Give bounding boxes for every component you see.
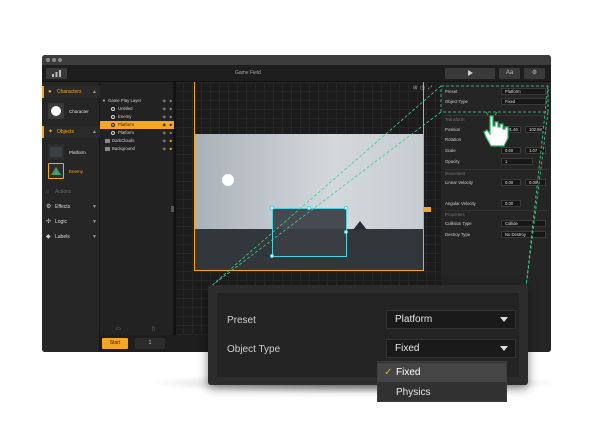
object-type-dropdown-menu: ✓ Fixed Physics xyxy=(377,361,507,402)
guide-line xyxy=(525,111,549,288)
option-label: Fixed xyxy=(396,367,421,378)
guide-line xyxy=(209,85,442,288)
dropdown-option-fixed[interactable]: ✓ Fixed xyxy=(378,363,506,382)
hand-cursor-icon xyxy=(483,111,509,147)
zoom-object-type-label: Object Type xyxy=(227,344,281,355)
guide-line xyxy=(209,111,442,288)
dropdown-option-physics[interactable]: Physics xyxy=(378,383,506,402)
guide-line xyxy=(525,85,549,288)
zoom-preset-value: Platform xyxy=(395,314,433,325)
option-label: Physics xyxy=(396,387,431,398)
zoom-object-type-select[interactable]: Fixed xyxy=(386,339,516,358)
zoom-source-box xyxy=(440,85,549,113)
zoom-preset-select[interactable]: Platform xyxy=(386,310,516,329)
checkmark-icon: ✓ xyxy=(384,367,393,378)
dropdown-arrow-icon xyxy=(500,317,508,322)
zoom-object-type-value: Fixed xyxy=(395,343,420,354)
dropdown-arrow-icon xyxy=(500,346,508,351)
zoom-preset-label: Preset xyxy=(227,315,256,326)
